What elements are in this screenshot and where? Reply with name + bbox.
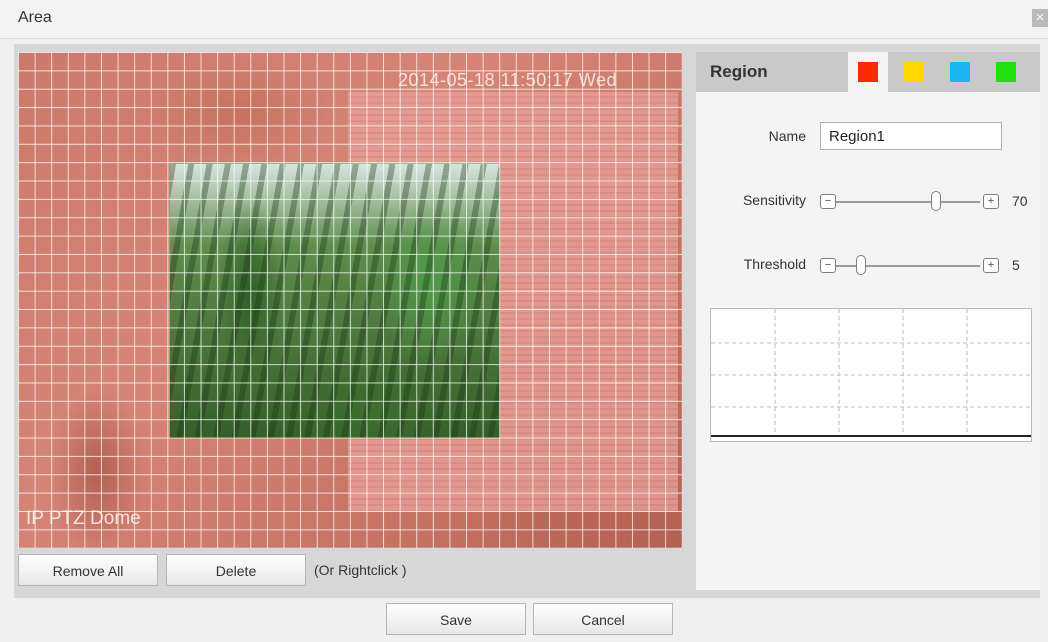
region-color-green[interactable] <box>996 62 1016 82</box>
threshold-label: Threshold <box>743 256 806 272</box>
osd-camera-label: IP PTZ Dome <box>26 508 141 529</box>
threshold-minus-button[interactable]: − <box>820 258 836 273</box>
video-area-grid[interactable]: 2014-05-18 11:50:17 Wed IP PTZ Dome <box>18 52 682 548</box>
region-panel: Region Name Sensitivity − + 70 Threshold… <box>696 52 1040 590</box>
save-button[interactable]: Save <box>386 603 526 635</box>
cancel-button[interactable]: Cancel <box>533 603 673 635</box>
rightclick-hint: (Or Rightclick ) <box>314 562 407 578</box>
region-header: Region <box>696 52 1040 92</box>
region-name-input[interactable] <box>820 122 1002 150</box>
region-color-blue[interactable] <box>950 62 970 82</box>
close-icon[interactable]: × <box>1032 9 1048 27</box>
region-color-yellow[interactable] <box>904 62 924 82</box>
name-label: Name <box>768 128 806 144</box>
detection-grid[interactable] <box>18 52 682 548</box>
dialog-titlebar: Area × <box>0 0 1048 39</box>
sensitivity-label: Sensitivity <box>742 192 806 208</box>
threshold-plus-button[interactable]: + <box>983 258 999 273</box>
region-title: Region <box>710 62 768 81</box>
region-color-red[interactable] <box>858 62 878 82</box>
osd-timestamp: 2014-05-18 11:50:17 Wed <box>398 70 617 90</box>
threshold-value: 5 <box>1012 257 1020 273</box>
chart-gridlines <box>711 309 1031 435</box>
sensitivity-slider-thumb[interactable] <box>931 191 941 211</box>
motion-chart-svg <box>711 309 1031 437</box>
sensitivity-minus-button[interactable]: − <box>820 194 836 209</box>
motion-level-chart <box>710 308 1032 442</box>
sensitivity-slider-track[interactable] <box>836 201 980 203</box>
delete-button[interactable]: Delete <box>166 554 306 586</box>
remove-all-button[interactable]: Remove All <box>18 554 158 586</box>
dialog-title: Area <box>18 9 52 26</box>
sensitivity-value: 70 <box>1012 193 1028 209</box>
threshold-slider-thumb[interactable] <box>856 255 866 275</box>
sensitivity-plus-button[interactable]: + <box>983 194 999 209</box>
